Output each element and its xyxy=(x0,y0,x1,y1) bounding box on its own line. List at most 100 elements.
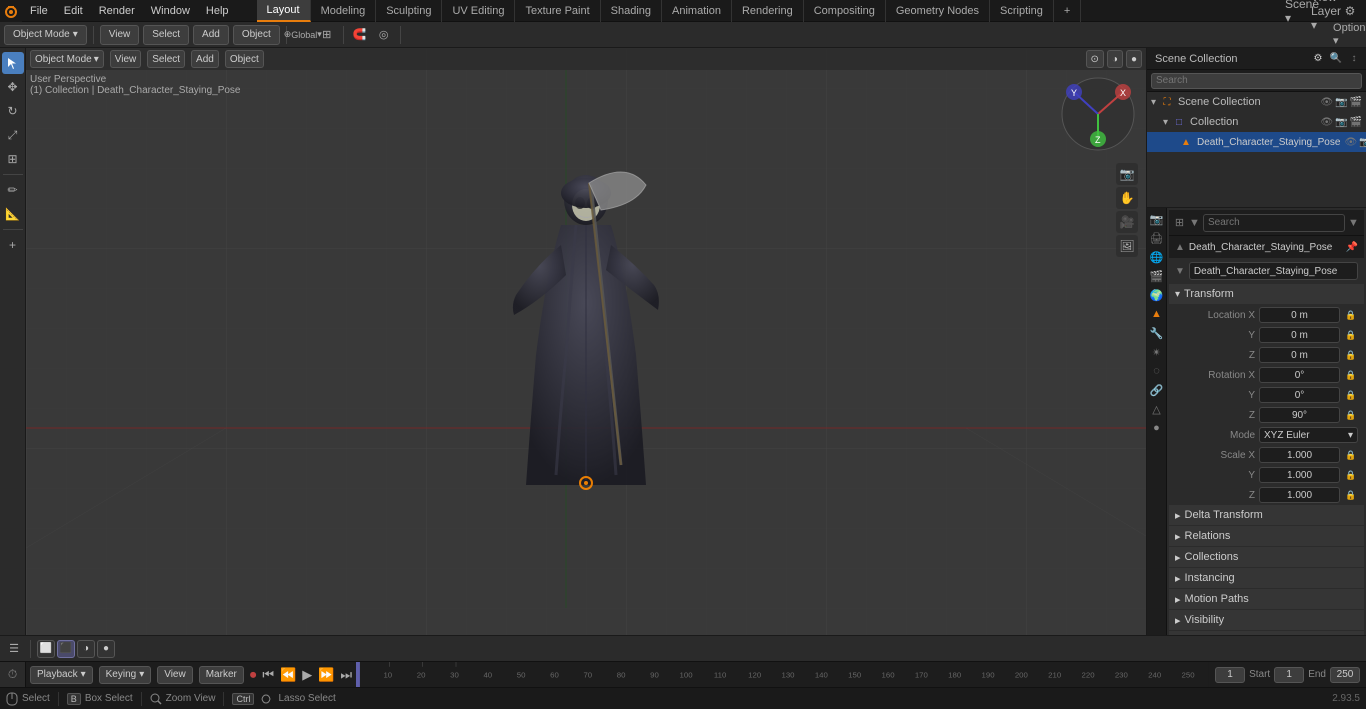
outliner-sync-icon[interactable]: ↕ xyxy=(1346,51,1362,67)
menu-help[interactable]: Help xyxy=(198,0,237,21)
record-btn[interactable]: ⏺ xyxy=(250,667,257,683)
prop-top-icon-2[interactable]: ▼ xyxy=(1188,213,1201,233)
rotation-z-lock[interactable]: 🔒 xyxy=(1344,408,1358,422)
object-vp-btn[interactable]: Object xyxy=(225,50,264,68)
camera-perspective-icon[interactable]: 📷 xyxy=(1116,163,1138,185)
view-options-icon[interactable]: ☰ xyxy=(4,639,24,659)
instancing-section[interactable]: ▸ Instancing xyxy=(1169,568,1364,588)
scale-y-lock[interactable]: 🔒 xyxy=(1344,468,1358,482)
nav-gizmo[interactable]: X Y Z xyxy=(1058,74,1138,157)
object-item[interactable]: ▲ Death_Character_Staying_Pose 👁 📷 🎬 xyxy=(1147,132,1366,152)
filter-icon[interactable]: ⚙ xyxy=(1340,1,1360,21)
scale-x-field[interactable]: 1.000 xyxy=(1259,447,1340,463)
prop-search-input[interactable] xyxy=(1203,214,1345,232)
relations-section[interactable]: ▸ Relations xyxy=(1169,526,1364,546)
menu-window[interactable]: Window xyxy=(143,0,198,21)
image-icon[interactable]: 🖼 xyxy=(1116,235,1138,257)
tab-modeling[interactable]: Modeling xyxy=(311,0,377,22)
current-frame-display[interactable]: 1 xyxy=(1215,667,1245,683)
location-z-lock[interactable]: 🔒 xyxy=(1344,348,1358,362)
prop-physics-icon[interactable]: ◌ xyxy=(1148,362,1166,380)
tab-rendering[interactable]: Rendering xyxy=(732,0,804,22)
character-3d-object[interactable] xyxy=(506,155,666,495)
end-frame-input[interactable]: 250 xyxy=(1330,667,1360,683)
scene-collection-item[interactable]: ▾ ⛶ Scene Collection 👁 📷 🎬 xyxy=(1147,92,1366,112)
prop-data-icon[interactable]: △ xyxy=(1148,400,1166,418)
tab-geometry-nodes[interactable]: Geometry Nodes xyxy=(886,0,990,22)
location-z-field[interactable]: 0 m xyxy=(1259,347,1340,363)
add-vp-btn[interactable]: Add xyxy=(191,50,219,68)
tab-texture-paint[interactable]: Texture Paint xyxy=(515,0,600,22)
prop-top-icon-1[interactable]: ⊞ xyxy=(1173,213,1186,233)
global-transform[interactable]: ⊕ Global ▾ xyxy=(293,25,313,45)
transform-pivot[interactable]: ⊞ xyxy=(317,25,337,45)
camera-icon[interactable]: 📷 xyxy=(1335,97,1347,108)
tab-sculpting[interactable]: Sculpting xyxy=(376,0,442,22)
prop-mesh-name-input[interactable] xyxy=(1189,262,1358,280)
delta-transform-section[interactable]: ▸ Delta Transform xyxy=(1169,505,1364,525)
transform-tool[interactable]: ⊞ xyxy=(2,148,24,170)
tab-animation[interactable]: Animation xyxy=(662,0,732,22)
prop-scene-icon[interactable]: 🎬 xyxy=(1148,267,1166,285)
rotation-z-field[interactable]: 90° xyxy=(1259,407,1340,423)
viewport-overlays-btn[interactable]: ⊙ xyxy=(1086,50,1104,68)
measure-tool[interactable]: 📐 xyxy=(2,203,24,225)
cursor-tool[interactable] xyxy=(2,52,24,74)
prop-render-icon[interactable]: 📷 xyxy=(1148,210,1166,228)
tab-shading[interactable]: Shading xyxy=(601,0,662,22)
prop-object-icon[interactable]: ▲ xyxy=(1148,305,1166,323)
scale-z-field[interactable]: 1.000 xyxy=(1259,487,1340,503)
outliner-search-icon[interactable]: 🔍 xyxy=(1328,51,1344,67)
scale-z-lock[interactable]: 🔒 xyxy=(1344,488,1358,502)
viewport-display-section[interactable]: ▸ Viewport Display xyxy=(1169,631,1364,635)
location-x-field[interactable]: 0 m xyxy=(1259,307,1340,323)
start-frame-input[interactable]: 1 xyxy=(1274,667,1304,683)
playback-menu[interactable]: Playback ▾ xyxy=(30,666,93,684)
prop-world-icon[interactable]: 🌍 xyxy=(1148,286,1166,304)
timeline-type-icon[interactable]: ⏱ xyxy=(8,667,17,682)
options-btn[interactable]: Options ▾ xyxy=(1342,25,1362,45)
collection-item[interactable]: ▾ □ Collection 👁 📷 🎬 xyxy=(1147,112,1366,132)
blender-logo[interactable] xyxy=(0,0,22,22)
keying-menu[interactable]: Keying ▾ xyxy=(99,666,152,684)
add-menu[interactable]: Add xyxy=(193,25,229,45)
tab-scripting[interactable]: Scripting xyxy=(990,0,1054,22)
menu-file[interactable]: File xyxy=(22,0,56,21)
tab-compositing[interactable]: Compositing xyxy=(804,0,886,22)
menu-edit[interactable]: Edit xyxy=(56,0,91,21)
scale-tool[interactable]: ⤢ xyxy=(2,124,24,146)
view-layer-dropdown[interactable]: View Layer ▾ xyxy=(1316,1,1336,21)
scale-x-lock[interactable]: 🔒 xyxy=(1344,448,1358,462)
prop-output-icon[interactable]: 🖨 xyxy=(1148,229,1166,247)
object-mode-vp-dropdown[interactable]: Object Mode ▾ xyxy=(30,50,104,68)
viewport[interactable]: Object Mode ▾ View Select Add Object ⊙ ◑… xyxy=(26,48,1146,635)
wireframe-mode[interactable]: ⬜ xyxy=(37,640,55,658)
collection-render-icon[interactable]: 🎬 xyxy=(1350,117,1362,128)
eye-icon[interactable]: 👁 xyxy=(1320,97,1333,108)
material-preview-mode[interactable]: ◑ xyxy=(77,640,95,658)
rotation-x-lock[interactable]: 🔒 xyxy=(1344,368,1358,382)
scene-dropdown[interactable]: Scene ▾ xyxy=(1292,1,1312,21)
rotate-tool[interactable]: ↻ xyxy=(2,100,24,122)
prop-modifier-icon[interactable]: 🔧 xyxy=(1148,324,1166,342)
prop-particles-icon[interactable]: ✴ xyxy=(1148,343,1166,361)
annotate-tool[interactable]: ✏ xyxy=(2,179,24,201)
object-mode-dropdown[interactable]: Object Mode ▾ xyxy=(4,25,87,45)
view-vp-btn[interactable]: View xyxy=(110,50,142,68)
location-y-lock[interactable]: 🔒 xyxy=(1344,328,1358,342)
outliner-search-input[interactable] xyxy=(1151,73,1362,89)
prop-top-filter[interactable]: ▼ xyxy=(1347,213,1360,233)
rotation-x-field[interactable]: 0° xyxy=(1259,367,1340,383)
tab-add[interactable]: + xyxy=(1054,0,1081,22)
object-menu[interactable]: Object xyxy=(233,25,280,45)
motion-paths-section[interactable]: ▸ Motion Paths xyxy=(1169,589,1364,609)
visibility-section[interactable]: ▸ Visibility xyxy=(1169,610,1364,630)
location-y-field[interactable]: 0 m xyxy=(1259,327,1340,343)
tab-layout[interactable]: Layout xyxy=(257,0,311,22)
rotation-y-lock[interactable]: 🔒 xyxy=(1344,388,1358,402)
view-menu-tl[interactable]: View xyxy=(157,666,193,684)
viewport-mode-btn[interactable]: ● xyxy=(1126,50,1142,68)
mode-dropdown[interactable]: XYZ Euler ▾ xyxy=(1259,427,1358,443)
proportional-edit[interactable]: ◎ xyxy=(374,25,394,45)
solid-mode[interactable]: ⬛ xyxy=(57,640,75,658)
